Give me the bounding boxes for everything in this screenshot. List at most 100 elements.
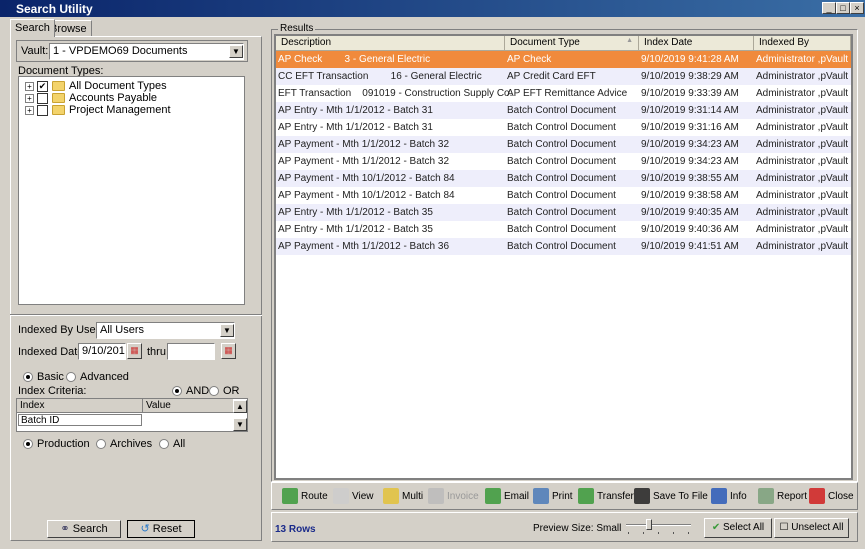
table-cell: 9/10/2019 9:31:14 AM <box>641 105 739 116</box>
table-cell: 9/10/2019 9:38:55 AM <box>641 173 739 184</box>
print-button[interactable]: Print <box>533 486 573 506</box>
unselect-all-button[interactable]: ☐ Unselect All <box>774 518 849 538</box>
toolbar-label: Close <box>828 490 854 502</box>
expand-icon[interactable]: + <box>25 93 34 103</box>
column-header-index-date[interactable]: Index Date <box>639 36 754 51</box>
table-row[interactable]: AP Entry - Mth 1/1/2012 - Batch 35 Batch … <box>276 204 851 221</box>
criteria-value-cell[interactable] <box>143 414 233 426</box>
production-radio[interactable]: Production <box>23 438 90 450</box>
scroll-down-icon[interactable]: ▼ <box>233 418 247 431</box>
table-cell: AP Entry - Mth 1/1/2012 - Batch 31 <box>278 105 433 116</box>
criteria-index-cell[interactable]: Batch ID <box>18 414 142 426</box>
toolbar-label: Info <box>730 490 747 502</box>
table-row[interactable]: AP Payment - Mth 10/1/2012 - Batch 84 Bat… <box>276 170 851 187</box>
save-icon <box>634 488 650 504</box>
all-radio[interactable]: All <box>159 438 185 450</box>
index-criteria-label: Index Criteria: <box>18 385 87 397</box>
slider-thumb[interactable] <box>646 519 652 530</box>
reset-button[interactable]: ↺ Reset <box>127 520 195 538</box>
info-button[interactable]: Info <box>711 486 747 506</box>
save-to-file-button[interactable]: Save To File <box>634 486 708 506</box>
table-row[interactable]: AP Entry - Mth 1/1/2012 - Batch 35 Batch … <box>276 221 851 238</box>
table-row[interactable]: AP Entry - Mth 1/1/2012 - Batch 31 Batch … <box>276 119 851 136</box>
view-button[interactable]: View <box>333 486 374 506</box>
table-cell: Administrator ,pVault <box>756 190 849 201</box>
table-row[interactable]: AP Payment - Mth 1/1/2012 - Batch 32 Batc… <box>276 153 851 170</box>
table-cell: CC EFT Transaction 16 - General Electric <box>278 71 482 82</box>
index-column-header[interactable]: Index <box>17 399 143 413</box>
table-cell: AP Entry - Mth 1/1/2012 - Batch 35 <box>278 207 433 218</box>
multi-button[interactable]: Multi <box>383 486 423 506</box>
indexed-by-label: Indexed By User: <box>18 324 103 336</box>
table-cell: 9/10/2019 9:38:29 AM <box>641 71 739 82</box>
table-row[interactable]: AP Entry - Mth 1/1/2012 - Batch 31 Batch … <box>276 102 851 119</box>
close-button[interactable]: Close <box>809 486 854 506</box>
tree-item[interactable]: + Project Management <box>25 104 171 116</box>
indexed-by-select[interactable]: All Users <box>96 322 235 339</box>
table-cell: AP Payment - Mth 10/1/2012 - Batch 84 <box>278 190 455 201</box>
column-header-description[interactable]: Description <box>276 36 505 51</box>
preview-size-slider[interactable] <box>626 519 691 535</box>
transfer-button[interactable]: Transfer <box>578 486 634 506</box>
view-icon <box>333 488 349 504</box>
folder-icon <box>52 81 65 92</box>
table-row[interactable]: AP Payment - Mth 1/1/2012 - Batch 32 Batc… <box>276 136 851 153</box>
chevron-down-icon[interactable]: ▼ <box>229 45 243 58</box>
archives-radio[interactable]: Archives <box>96 438 152 450</box>
calendar-icon[interactable]: ▦ <box>127 343 142 359</box>
minimize-button[interactable]: _ <box>822 2 836 14</box>
column-header-indexed-by[interactable]: Indexed By <box>754 36 851 51</box>
column-header-document-type[interactable]: Document Type ▲ <box>505 36 639 51</box>
table-cell: 9/10/2019 9:34:23 AM <box>641 139 739 150</box>
expand-icon[interactable]: + <box>25 81 34 91</box>
table-cell: AP Entry - Mth 1/1/2012 - Batch 31 <box>278 122 433 133</box>
search-button[interactable]: ⚭ Search <box>47 520 121 538</box>
tree-item[interactable]: + ✔ All Document Types <box>25 80 167 92</box>
table-cell: Batch Control Document <box>507 190 616 201</box>
tab-search[interactable]: Search <box>10 19 55 37</box>
close-icon <box>809 488 825 504</box>
select-all-button[interactable]: ✔ Select All <box>704 518 772 538</box>
chevron-down-icon[interactable]: ▼ <box>220 324 234 337</box>
radio-icon <box>66 372 76 383</box>
window-title: Search Utility <box>16 2 93 16</box>
basic-radio[interactable]: Basic <box>23 371 64 383</box>
table-row[interactable]: AP Payment - Mth 1/1/2012 - Batch 36 Batc… <box>276 238 851 255</box>
date-to-input[interactable] <box>167 343 215 360</box>
title-bar: Search Utility <box>0 0 865 17</box>
toolbar-label: Multi <box>402 490 424 502</box>
maximize-button[interactable]: □ <box>836 2 850 14</box>
value-column-header[interactable]: Value <box>143 399 233 413</box>
table-cell: Administrator ,pVault <box>756 224 849 235</box>
invoice-button[interactable]: Invoice <box>428 486 479 506</box>
calendar-icon[interactable]: ▦ <box>221 343 236 359</box>
results-table: Description Document Type ▲ Index Date In… <box>274 34 853 480</box>
table-cell: 9/10/2019 9:34:23 AM <box>641 156 739 167</box>
or-radio[interactable]: OR <box>209 385 240 397</box>
expand-icon[interactable]: + <box>25 105 34 115</box>
table-cell: Batch Control Document <box>507 241 616 252</box>
checkbox[interactable] <box>37 92 48 104</box>
table-row[interactable]: EFT Transaction 091019 - Construction Su… <box>276 85 851 102</box>
splitter[interactable] <box>10 314 262 316</box>
checkbox[interactable] <box>37 104 48 116</box>
thru-label: thru <box>147 346 166 358</box>
table-row[interactable]: AP Check 3 - General Electric AP Check 9/1… <box>276 51 851 68</box>
email-button[interactable]: Email <box>485 486 529 506</box>
table-row[interactable]: CC EFT Transaction 16 - General Electric… <box>276 68 851 85</box>
date-from-input[interactable]: 9/10/2019 <box>78 343 126 360</box>
tree-item[interactable]: + Accounts Payable <box>25 92 157 104</box>
checkbox[interactable]: ✔ <box>37 80 48 92</box>
table-row[interactable]: AP Payment - Mth 10/1/2012 - Batch 84 Bat… <box>276 187 851 204</box>
select-all-label: Select All <box>723 522 765 533</box>
document-type-header-label: Document Type <box>510 37 580 48</box>
toolbar-label: Invoice <box>447 490 479 502</box>
scroll-up-icon[interactable]: ▲ <box>233 400 247 413</box>
advanced-radio[interactable]: Advanced <box>66 371 129 383</box>
vault-select[interactable]: 1 - VPDEMO69 Documents <box>49 43 244 60</box>
table-cell: Batch Control Document <box>507 139 616 150</box>
close-window-button[interactable]: × <box>850 2 864 14</box>
report-button[interactable]: Report <box>758 486 807 506</box>
route-button[interactable]: Route <box>282 486 328 506</box>
and-radio[interactable]: AND <box>172 385 209 397</box>
